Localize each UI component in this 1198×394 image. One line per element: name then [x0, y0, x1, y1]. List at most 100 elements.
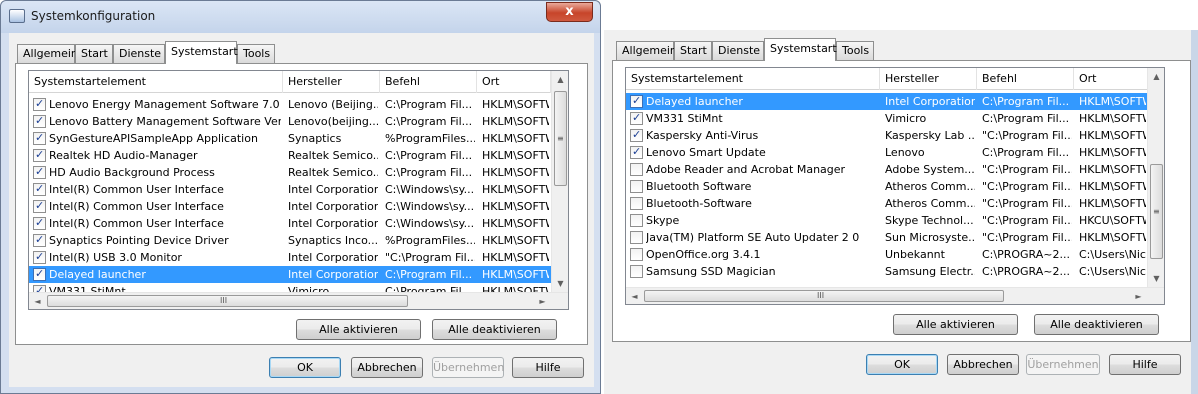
table-row[interactable]: ✓ Lenovo Battery Management Software Ver …	[29, 113, 553, 130]
table-row[interactable]: Adobe Reader and Acrobat Manager Adobe Sy…	[626, 161, 1149, 178]
cell-command: C:\Program Fil...	[982, 112, 1070, 125]
vertical-scrollbar[interactable]: ▲ ≡ ▼	[1147, 68, 1164, 287]
tab-tools[interactable]: Tools	[237, 44, 275, 63]
checkbox[interactable]	[630, 265, 643, 278]
enable-all-button[interactable]: Alle aktivieren	[893, 314, 1018, 335]
column-header-systemstartelement[interactable]: Systemstartelement	[626, 68, 880, 90]
scroll-up-arrow[interactable]: ▲	[1148, 68, 1164, 85]
cell-name: Kaspersky Anti-Virus	[646, 129, 759, 142]
scroll-thumb[interactable]: III	[644, 290, 1004, 302]
tab-allgemein[interactable]: Allgemein	[17, 44, 78, 63]
enable-all-button[interactable]: Alle aktivieren	[296, 319, 421, 340]
help-button[interactable]: Hilfe	[1109, 354, 1181, 375]
checkbox[interactable]: ✓	[33, 250, 46, 264]
checkbox[interactable]: ✓	[630, 111, 643, 125]
startup-list[interactable]: Systemstartelement Hersteller Befehl Ort ✓ De…	[625, 67, 1165, 305]
table-row[interactable]: ✓ Lenovo Energy Management Software 7.0 Le…	[29, 96, 553, 113]
checkbox[interactable]: ✓	[33, 131, 46, 145]
column-header-ort[interactable]: Ort	[1074, 68, 1148, 90]
horizontal-scrollbar[interactable]: ◄ III ►	[626, 287, 1164, 304]
tab-systemstart[interactable]: Systemstart	[764, 38, 837, 61]
checkbox[interactable]	[630, 197, 643, 210]
column-header-systemstartelement[interactable]: Systemstartelement	[29, 71, 283, 93]
scroll-up-arrow[interactable]: ▲	[552, 71, 568, 88]
checkbox[interactable]: ✓	[630, 128, 643, 142]
startup-list[interactable]: Systemstartelement Hersteller Befehl Ort ✓ Le…	[28, 70, 569, 310]
table-row[interactable]: Skype Skype Technol... "C:\Program Fil... H…	[626, 212, 1149, 229]
scroll-down-arrow[interactable]: ▼	[552, 275, 568, 292]
checkbox[interactable]	[630, 214, 643, 227]
column-header-hersteller[interactable]: Hersteller	[880, 68, 977, 90]
horizontal-scrollbar[interactable]: ◄ III ►	[29, 292, 568, 309]
table-row[interactable]: Bluetooth Software Atheros Comm... "C:\Pro…	[626, 178, 1149, 195]
checkbox[interactable]: ✓	[33, 182, 46, 196]
cell-command: C:\Windows\sy...	[385, 183, 475, 196]
table-row[interactable]: Java(TM) Platform SE Auto Updater 2 0 Sun…	[626, 229, 1149, 246]
disable-all-button[interactable]: Alle deaktivieren	[432, 319, 557, 340]
cancel-button[interactable]: Abbrechen	[351, 357, 423, 378]
checkbox[interactable]: ✓	[33, 233, 46, 247]
checkbox[interactable]: ✓	[33, 216, 46, 230]
table-row[interactable]: ✓ Delayed launcher Intel Corporation C:\Pro…	[29, 266, 553, 283]
tab-dienste[interactable]: Dienste	[113, 44, 165, 63]
scroll-left-arrow[interactable]: ◄	[626, 288, 643, 304]
table-row[interactable]: ✓ HD Audio Background Process Realtek Semi…	[29, 164, 553, 181]
column-header-befehl[interactable]: Befehl	[380, 71, 477, 93]
tab-start[interactable]: Start	[75, 44, 113, 63]
table-row[interactable]: OpenOffice.org 3.4.1 Unbekannt C:\PROGRA~2…	[626, 246, 1149, 263]
scroll-right-arrow[interactable]: ►	[534, 293, 551, 309]
scroll-down-arrow[interactable]: ▼	[1148, 270, 1164, 287]
tab-systemstart[interactable]: Systemstart	[165, 41, 238, 64]
tab-tools[interactable]: Tools	[836, 41, 874, 60]
cell-location: HKLM\SOFTW	[1079, 197, 1146, 210]
checkbox[interactable]: ✓	[630, 145, 643, 159]
title-bar[interactable]: Systemkonfiguration x	[1, 1, 600, 33]
close-button[interactable]: x	[546, 2, 593, 22]
checkbox[interactable]: ✓	[33, 199, 46, 213]
cell-command: C:\Program Fil...	[385, 115, 473, 128]
checkbox[interactable]	[630, 163, 643, 176]
checkbox[interactable]	[630, 180, 643, 193]
scroll-thumb[interactable]: ≡	[554, 91, 567, 186]
scroll-left-arrow[interactable]: ◄	[29, 293, 46, 309]
column-header-hersteller[interactable]: Hersteller	[283, 71, 380, 93]
disable-all-button[interactable]: Alle deaktivieren	[1034, 314, 1159, 335]
cell-name: VM331 StiMnt	[646, 112, 723, 125]
table-row[interactable]: ✓ Intel(R) USB 3.0 Monitor Intel Corporati…	[29, 249, 553, 266]
table-row[interactable]: ✓ SynGestureAPISampleApp Application Synap…	[29, 130, 553, 147]
checkbox[interactable]: ✓	[33, 97, 46, 111]
scroll-right-arrow[interactable]: ►	[1130, 288, 1147, 304]
ok-button[interactable]: OK	[866, 354, 938, 375]
table-row[interactable]: Bluetooth-Software Atheros Comm... "C:\Pro…	[626, 195, 1149, 212]
tab-dienste[interactable]: Dienste	[712, 41, 764, 60]
checkbox[interactable]: ✓	[33, 148, 46, 162]
table-row[interactable]: ✓ Delayed launcher Intel Corporation C:\Pro…	[626, 93, 1149, 110]
table-row[interactable]: ✓ Realtek HD Audio-Manager Realtek Semico.…	[29, 147, 553, 164]
scroll-thumb[interactable]: ≡	[1150, 164, 1163, 259]
scroll-thumb[interactable]: III	[47, 295, 408, 307]
tab-allgemein[interactable]: Allgemein	[616, 41, 677, 60]
checkbox[interactable]: ✓	[630, 94, 643, 108]
cell-name: Realtek HD Audio-Manager	[49, 149, 198, 162]
table-row[interactable]: ✓ Intel(R) Common User Interface Intel Cor…	[29, 198, 553, 215]
cancel-button[interactable]: Abbrechen	[947, 354, 1019, 375]
help-button[interactable]: Hilfe	[512, 357, 584, 378]
checkbox[interactable]	[630, 231, 643, 244]
checkbox[interactable]: ✓	[33, 114, 46, 128]
table-row[interactable]: ✓ Kaspersky Anti-Virus Kaspersky Lab ... "C…	[626, 127, 1149, 144]
column-header-ort[interactable]: Ort	[477, 71, 551, 93]
table-row[interactable]: ✓ Intel(R) Common User Interface Intel Cor…	[29, 215, 553, 232]
tab-start[interactable]: Start	[674, 41, 712, 60]
checkbox[interactable]: ✓	[33, 165, 46, 179]
table-row[interactable]: ✓ Lenovo Smart Update Lenovo C:\Program Fil…	[626, 144, 1149, 161]
column-header-befehl[interactable]: Befehl	[977, 68, 1074, 90]
table-row[interactable]: ✓ VM331 StiMnt Vimicro C:\Program Fil... HKL…	[626, 110, 1149, 127]
ok-button[interactable]: OK	[269, 357, 341, 378]
checkbox[interactable]	[630, 248, 643, 261]
checkbox[interactable]: ✓	[33, 267, 46, 281]
cell-command: C:\Windows\sy...	[385, 200, 475, 213]
vertical-scrollbar[interactable]: ▲ ≡ ▼	[551, 71, 568, 292]
table-row[interactable]: ✓ Synaptics Pointing Device Driver Synapti…	[29, 232, 553, 249]
table-row[interactable]: Samsung SSD Magician Samsung Electr... C:\…	[626, 263, 1149, 280]
table-row[interactable]: ✓ Intel(R) Common User Interface Intel Cor…	[29, 181, 553, 198]
